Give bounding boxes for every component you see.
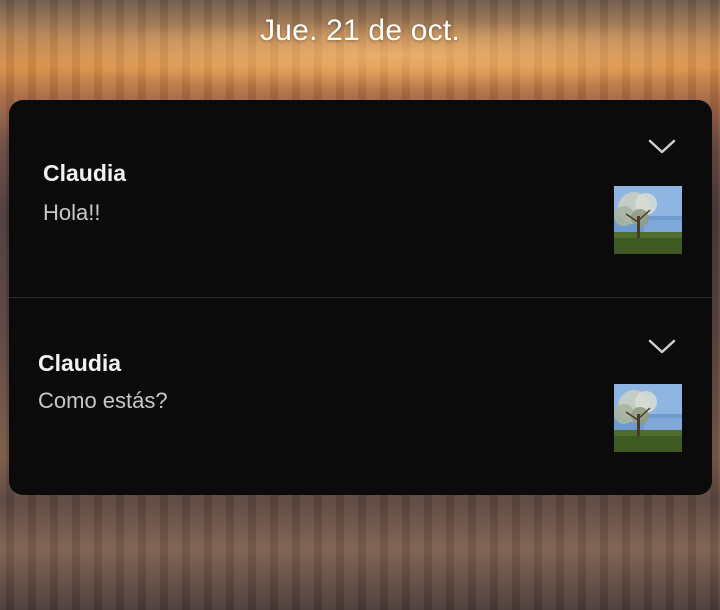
tree-photo-thumbnail [614,186,682,254]
attachment-thumbnail[interactable] [614,384,682,452]
notification-message: Como estás? [38,388,168,413]
notification-message: Hola!! [43,200,101,225]
tree-photo-thumbnail [614,384,682,452]
notification-sender: Claudia [43,160,127,186]
notification-sender: Claudia [38,350,122,376]
notification-card[interactable]: Claudia Como estás? [9,298,712,495]
notification-panel: Claudia Hola!! Claudia Como estás? [9,100,712,495]
notification-card[interactable]: Claudia Hola!! [9,100,712,297]
chevron-down-icon [648,339,676,354]
attachment-thumbnail[interactable] [614,186,682,254]
lockscreen-date: Jue. 21 de oct. [260,14,460,47]
chevron-down-icon [648,139,676,154]
expand-notification-button[interactable] [642,132,682,162]
lock-screen: Jue. 21 de oct. Claudia Hola!! Claudia C… [0,0,720,610]
expand-notification-button[interactable] [642,332,682,362]
